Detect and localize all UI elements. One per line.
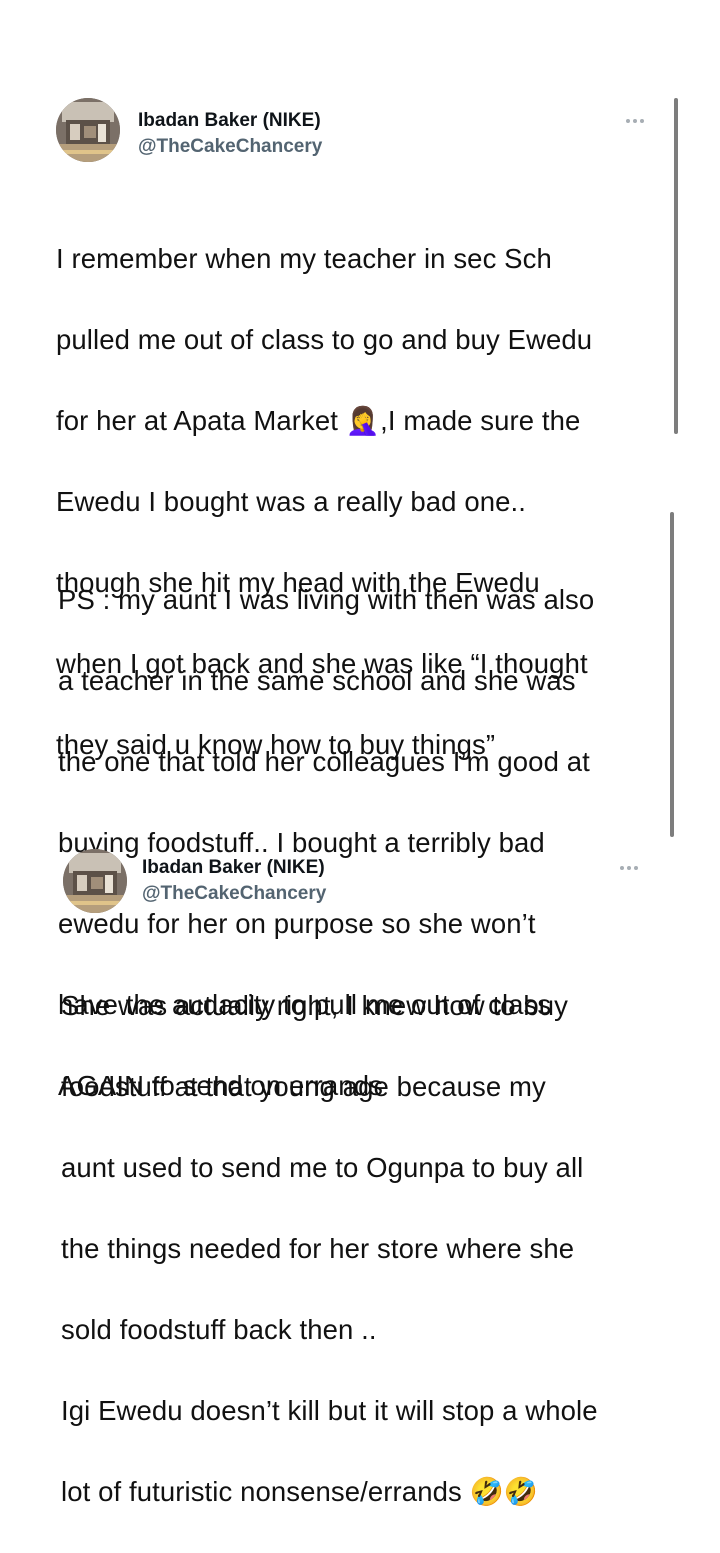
more-horizontal-icon[interactable] bbox=[620, 866, 638, 870]
author-handle[interactable]: @TheCakeChancery bbox=[138, 136, 322, 158]
tweet-text-line: the one that told her colleagues I’m goo… bbox=[58, 745, 590, 777]
scrollbar[interactable] bbox=[670, 512, 674, 837]
avatar-photo bbox=[63, 849, 127, 913]
tweet-text-line: a teacher in the same school and she was bbox=[58, 664, 576, 696]
tweet-text-line: the things needed for her store where sh… bbox=[61, 1232, 575, 1264]
author-handle[interactable]: @TheCakeChancery bbox=[142, 883, 326, 905]
tweet-text-line: aunt used to send me to Ogunpa to buy al… bbox=[61, 1151, 584, 1183]
tweet-text-line: PS : my aunt I was living with then was … bbox=[58, 583, 595, 615]
avatar[interactable] bbox=[63, 849, 127, 913]
tweet-text-line: Igi Ewedu doesn’t kill but it will stop … bbox=[61, 1394, 598, 1426]
avatar[interactable] bbox=[56, 98, 120, 162]
author-name[interactable]: Ibadan Baker (NIKE) bbox=[138, 110, 321, 132]
tweet-text-line: Ewedu I bought was a really bad one.. bbox=[56, 485, 526, 517]
tweet-text-line: foodstuff at that young age because my bbox=[61, 1070, 546, 1102]
tweet-text-line: pulled me out of class to go and buy Ewe… bbox=[56, 323, 593, 355]
tweet-text-line: for her at Apata Market 🤦‍♀️,I made sure… bbox=[56, 404, 581, 436]
tweet-1-header: Ibadan Baker (NIKE) @TheCakeChancery bbox=[56, 98, 676, 170]
tweet-text-line: lot of futuristic nonsense/errands 🤣🤣 bbox=[61, 1475, 539, 1507]
avatar-photo bbox=[56, 98, 120, 162]
tweet-text-line: sold foodstuff back then .. bbox=[61, 1313, 377, 1345]
author-name[interactable]: Ibadan Baker (NIKE) bbox=[142, 857, 325, 879]
tweet-2-header: Ibadan Baker (NIKE) @TheCakeChancery bbox=[63, 849, 663, 921]
tweet-2-paragraph-1: She was actually right, I knew how to bu… bbox=[61, 945, 671, 1553]
more-horizontal-icon[interactable] bbox=[626, 119, 644, 123]
scrollbar[interactable] bbox=[674, 98, 678, 434]
tweet-text-line: She was actually right, I knew how to bu… bbox=[61, 989, 568, 1021]
tweet-text-line: I remember when my teacher in sec Sch bbox=[56, 242, 552, 274]
